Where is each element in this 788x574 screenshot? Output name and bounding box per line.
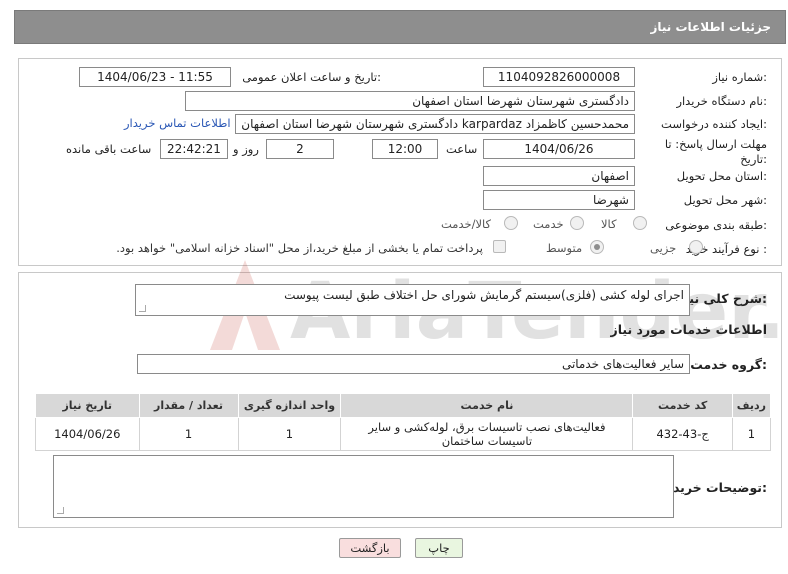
col-unit: واحد اندازه گیری [237, 393, 342, 418]
buyer-org-field[interactable]: دادگستری شهرستان شهرضا استان اصفهان [185, 91, 635, 111]
delivery-city-field[interactable]: شهرضا [483, 190, 635, 210]
buyer-notes-field[interactable] [53, 455, 674, 518]
services-table: ردیف کد خدمت نام خدمت واحد اندازه گیری ت… [35, 393, 772, 451]
cell-service-code: ج-43-432 [632, 417, 733, 451]
process-radio-medium[interactable] [590, 240, 604, 254]
buyer-contact-link[interactable]: اطلاعات تماس خریدار [124, 116, 231, 130]
page-title: جزئیات اطلاعات نیاز [650, 20, 771, 34]
panel-header: جزئیات اطلاعات نیاز [14, 10, 786, 44]
deadline-label: مهلت ارسال پاسخ: تا تاریخ: [664, 137, 767, 166]
remaining-time-label: ساعت باقی مانده [66, 142, 152, 156]
requester-field[interactable]: محمدحسین کاظمزاد karpardaz دادگستری شهرس… [235, 114, 635, 134]
category-radio-goods[interactable] [633, 216, 647, 230]
summary-label: شرح کلی نیاز: [677, 291, 768, 306]
requester-label: ایجاد کننده درخواست: [661, 117, 767, 131]
announce-datetime-field[interactable]: 1404/06/23 - 11:55 [79, 67, 231, 87]
need-number-field[interactable]: 1104092826000008 [483, 67, 635, 87]
service-group-label: گروه خدمت: [690, 357, 767, 372]
category-option-service: خدمت [533, 217, 564, 231]
treasury-payment-note: پرداخت تمام یا بخشی از مبلغ خرید،از محل … [116, 241, 483, 255]
buyer-notes-label: توضیحات خریدار: [661, 480, 767, 495]
print-button[interactable]: چاپ [415, 538, 463, 558]
category-radio-service[interactable] [570, 216, 584, 230]
col-quantity: تعداد / مقدار [138, 393, 239, 418]
cell-need-date: 1404/06/26 [35, 417, 140, 451]
summary-resize-handle[interactable] [139, 305, 146, 312]
need-number-label: شماره نیاز: [712, 70, 767, 84]
process-option-minor: جزیی [650, 241, 677, 255]
deadline-time-label: ساعت [446, 142, 478, 156]
deadline-days-field[interactable]: 2 [266, 139, 334, 159]
deadline-days-label: روز و [233, 142, 259, 156]
service-group-field[interactable]: سایر فعالیت‌های خدماتی [137, 354, 690, 374]
back-button[interactable]: بازگشت [339, 538, 401, 558]
summary-field[interactable]: اجرای لوله کشی (فلزی)سیستم گرمایش شورای … [135, 284, 690, 316]
category-radio-goods-service[interactable] [504, 216, 518, 230]
remaining-time-field[interactable]: 22:42:21 [160, 139, 228, 159]
treasury-payment-checkbox[interactable] [493, 240, 506, 253]
process-radio-minor[interactable] [689, 240, 703, 254]
delivery-province-label: استان محل تحویل: [676, 169, 767, 183]
services-section-title: اطلاعات خدمات مورد نیاز [610, 322, 768, 337]
buyer-notes-resize-handle[interactable] [57, 507, 64, 514]
col-row: ردیف [731, 393, 772, 418]
delivery-province-field[interactable]: اصفهان [483, 166, 635, 186]
cell-service-name: فعالیت‌های نصب تاسیسات برق، لوله‌کشی و س… [340, 417, 634, 451]
category-option-goods: کالا [601, 217, 617, 231]
col-need-date: تاریخ نیاز [35, 393, 140, 418]
category-label: طبقه بندی موضوعی: [665, 218, 767, 232]
cell-quantity: 1 [138, 417, 239, 451]
services-table-header: ردیف کد خدمت نام خدمت واحد اندازه گیری ت… [35, 393, 772, 418]
col-service-name: نام خدمت [340, 393, 634, 418]
col-service-code: کد خدمت [632, 393, 733, 418]
process-option-medium: متوسط [546, 241, 583, 255]
cell-row: 1 [731, 417, 772, 451]
deadline-time-field[interactable]: 12:00 [372, 139, 438, 159]
announce-datetime-label: تاریخ و ساعت اعلان عمومی: [242, 70, 381, 84]
buyer-org-label: نام دستگاه خریدار: [676, 94, 767, 108]
deadline-date-field[interactable]: 1404/06/26 [483, 139, 635, 159]
cell-unit: 1 [237, 417, 342, 451]
delivery-city-label: شهر محل تحویل: [683, 193, 767, 207]
table-row: 1 ج-43-432 فعالیت‌های نصب تاسیسات برق، ل… [35, 417, 772, 451]
category-option-goods-service: کالا/خدمت [441, 217, 492, 231]
